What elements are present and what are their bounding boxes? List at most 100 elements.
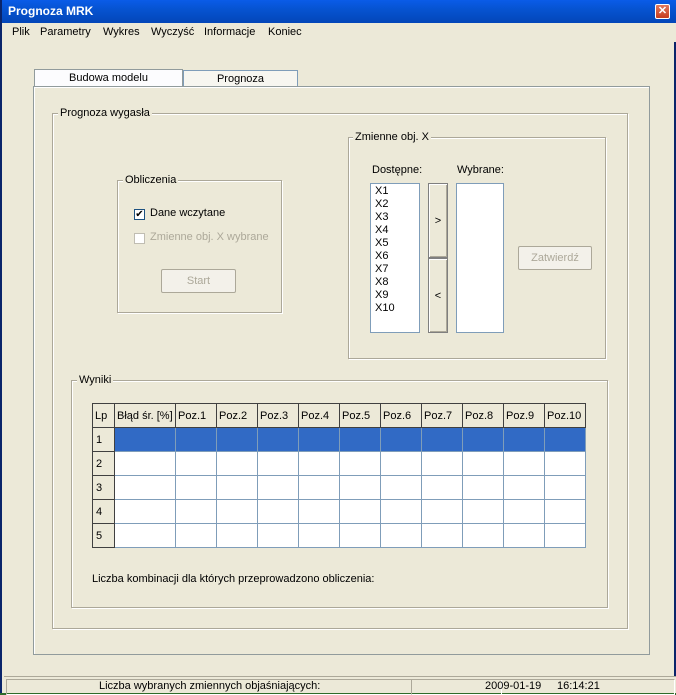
tab-budowa-modelu[interactable]: Budowa modelu xyxy=(34,69,183,87)
table-row[interactable]: 4 xyxy=(92,499,586,524)
table-cell[interactable] xyxy=(114,475,176,500)
menu-plik[interactable]: Plik xyxy=(12,26,30,38)
table-cell[interactable] xyxy=(257,499,299,524)
table-cell[interactable] xyxy=(175,475,217,500)
add-variable-button[interactable]: > xyxy=(428,183,448,258)
zmienne-wybrane-checkbox[interactable] xyxy=(134,233,145,244)
table-row[interactable]: 2 xyxy=(92,451,586,476)
column-header[interactable]: Poz.9 xyxy=(503,403,545,428)
table-cell[interactable] xyxy=(544,523,586,548)
table-cell[interactable] xyxy=(503,427,545,452)
table-cell[interactable] xyxy=(298,475,340,500)
close-icon[interactable]: ✕ xyxy=(655,4,670,19)
table-cell[interactable] xyxy=(257,523,299,548)
selected-listbox[interactable] xyxy=(456,183,504,333)
table-cell[interactable] xyxy=(216,523,258,548)
column-header[interactable]: Poz.2 xyxy=(216,403,258,428)
menu-wykres[interactable]: Wykres xyxy=(103,26,140,38)
table-cell[interactable] xyxy=(544,451,586,476)
table-cell[interactable] xyxy=(298,523,340,548)
menu-wyczysc[interactable]: Wyczyść xyxy=(151,26,194,38)
table-cell[interactable] xyxy=(421,427,463,452)
table-cell[interactable] xyxy=(257,475,299,500)
table-cell[interactable] xyxy=(175,451,217,476)
table-cell[interactable] xyxy=(503,451,545,476)
menu-koniec[interactable]: Koniec xyxy=(268,26,302,38)
table-cell[interactable] xyxy=(462,475,504,500)
table-cell[interactable] xyxy=(298,499,340,524)
table-cell[interactable] xyxy=(380,451,422,476)
column-header[interactable]: Błąd śr. [%] xyxy=(114,403,176,428)
table-cell[interactable] xyxy=(114,499,176,524)
column-header[interactable]: Poz.7 xyxy=(421,403,463,428)
results-grid[interactable]: Lp Błąd śr. [%] Poz.1 Poz.2 Poz.3 Poz.4 … xyxy=(92,403,586,548)
available-listbox[interactable]: X1 X2 X3 X4 X5 X6 X7 X8 X9 X10 xyxy=(370,183,420,333)
table-cell[interactable] xyxy=(339,475,381,500)
column-header[interactable]: Poz.6 xyxy=(380,403,422,428)
table-cell[interactable] xyxy=(216,475,258,500)
table-cell[interactable] xyxy=(421,475,463,500)
table-cell[interactable] xyxy=(339,427,381,452)
row-header[interactable]: 4 xyxy=(92,499,115,524)
table-cell[interactable] xyxy=(216,451,258,476)
list-item[interactable]: X9 xyxy=(375,289,388,302)
table-cell[interactable] xyxy=(503,475,545,500)
table-cell[interactable] xyxy=(114,523,176,548)
list-item[interactable]: X1 xyxy=(375,185,388,198)
list-item[interactable]: X7 xyxy=(375,263,388,276)
table-cell[interactable] xyxy=(175,523,217,548)
table-cell[interactable] xyxy=(216,499,258,524)
column-header[interactable]: Poz.1 xyxy=(175,403,217,428)
remove-variable-button[interactable]: < xyxy=(428,258,448,333)
start-button[interactable]: Start xyxy=(161,269,236,293)
menu-informacje[interactable]: Informacje xyxy=(204,26,255,38)
column-header[interactable]: Poz.4 xyxy=(298,403,340,428)
table-cell[interactable] xyxy=(216,427,258,452)
list-item[interactable]: X2 xyxy=(375,198,388,211)
table-cell[interactable] xyxy=(544,499,586,524)
table-cell[interactable] xyxy=(114,427,176,452)
table-cell[interactable] xyxy=(544,475,586,500)
table-row[interactable]: 1 xyxy=(92,427,586,452)
table-cell[interactable] xyxy=(380,475,422,500)
table-cell[interactable] xyxy=(298,451,340,476)
table-cell[interactable] xyxy=(462,523,504,548)
table-cell[interactable] xyxy=(462,451,504,476)
table-cell[interactable] xyxy=(421,451,463,476)
column-header[interactable]: Poz.10 xyxy=(544,403,586,428)
column-header[interactable]: Poz.5 xyxy=(339,403,381,428)
column-header[interactable]: Lp xyxy=(92,403,115,428)
table-cell[interactable] xyxy=(503,499,545,524)
list-item[interactable]: X8 xyxy=(375,276,388,289)
table-cell[interactable] xyxy=(175,427,217,452)
row-header[interactable]: 1 xyxy=(92,427,115,452)
dane-wczytane-checkbox[interactable]: ✔ xyxy=(134,209,145,220)
table-cell[interactable] xyxy=(339,523,381,548)
table-cell[interactable] xyxy=(544,427,586,452)
table-cell[interactable] xyxy=(339,499,381,524)
list-item[interactable]: X5 xyxy=(375,237,388,250)
list-item[interactable]: X6 xyxy=(375,250,388,263)
list-item[interactable]: X3 xyxy=(375,211,388,224)
list-item[interactable]: X4 xyxy=(375,224,388,237)
table-cell[interactable] xyxy=(380,523,422,548)
menu-parametry[interactable]: Parametry xyxy=(40,26,91,38)
table-cell[interactable] xyxy=(462,427,504,452)
table-cell[interactable] xyxy=(462,499,504,524)
table-cell[interactable] xyxy=(257,427,299,452)
column-header[interactable]: Poz.3 xyxy=(257,403,299,428)
table-cell[interactable] xyxy=(257,451,299,476)
zatwierdz-button[interactable]: Zatwierdź xyxy=(518,246,592,270)
list-item[interactable]: X10 xyxy=(375,302,395,315)
table-cell[interactable] xyxy=(339,451,381,476)
table-cell[interactable] xyxy=(380,427,422,452)
table-cell[interactable] xyxy=(421,523,463,548)
table-row[interactable]: 5 xyxy=(92,523,586,548)
table-cell[interactable] xyxy=(298,427,340,452)
row-header[interactable]: 5 xyxy=(92,523,115,548)
table-row[interactable]: 3 xyxy=(92,475,586,500)
table-cell[interactable] xyxy=(503,523,545,548)
row-header[interactable]: 3 xyxy=(92,475,115,500)
row-header[interactable]: 2 xyxy=(92,451,115,476)
column-header[interactable]: Poz.8 xyxy=(462,403,504,428)
